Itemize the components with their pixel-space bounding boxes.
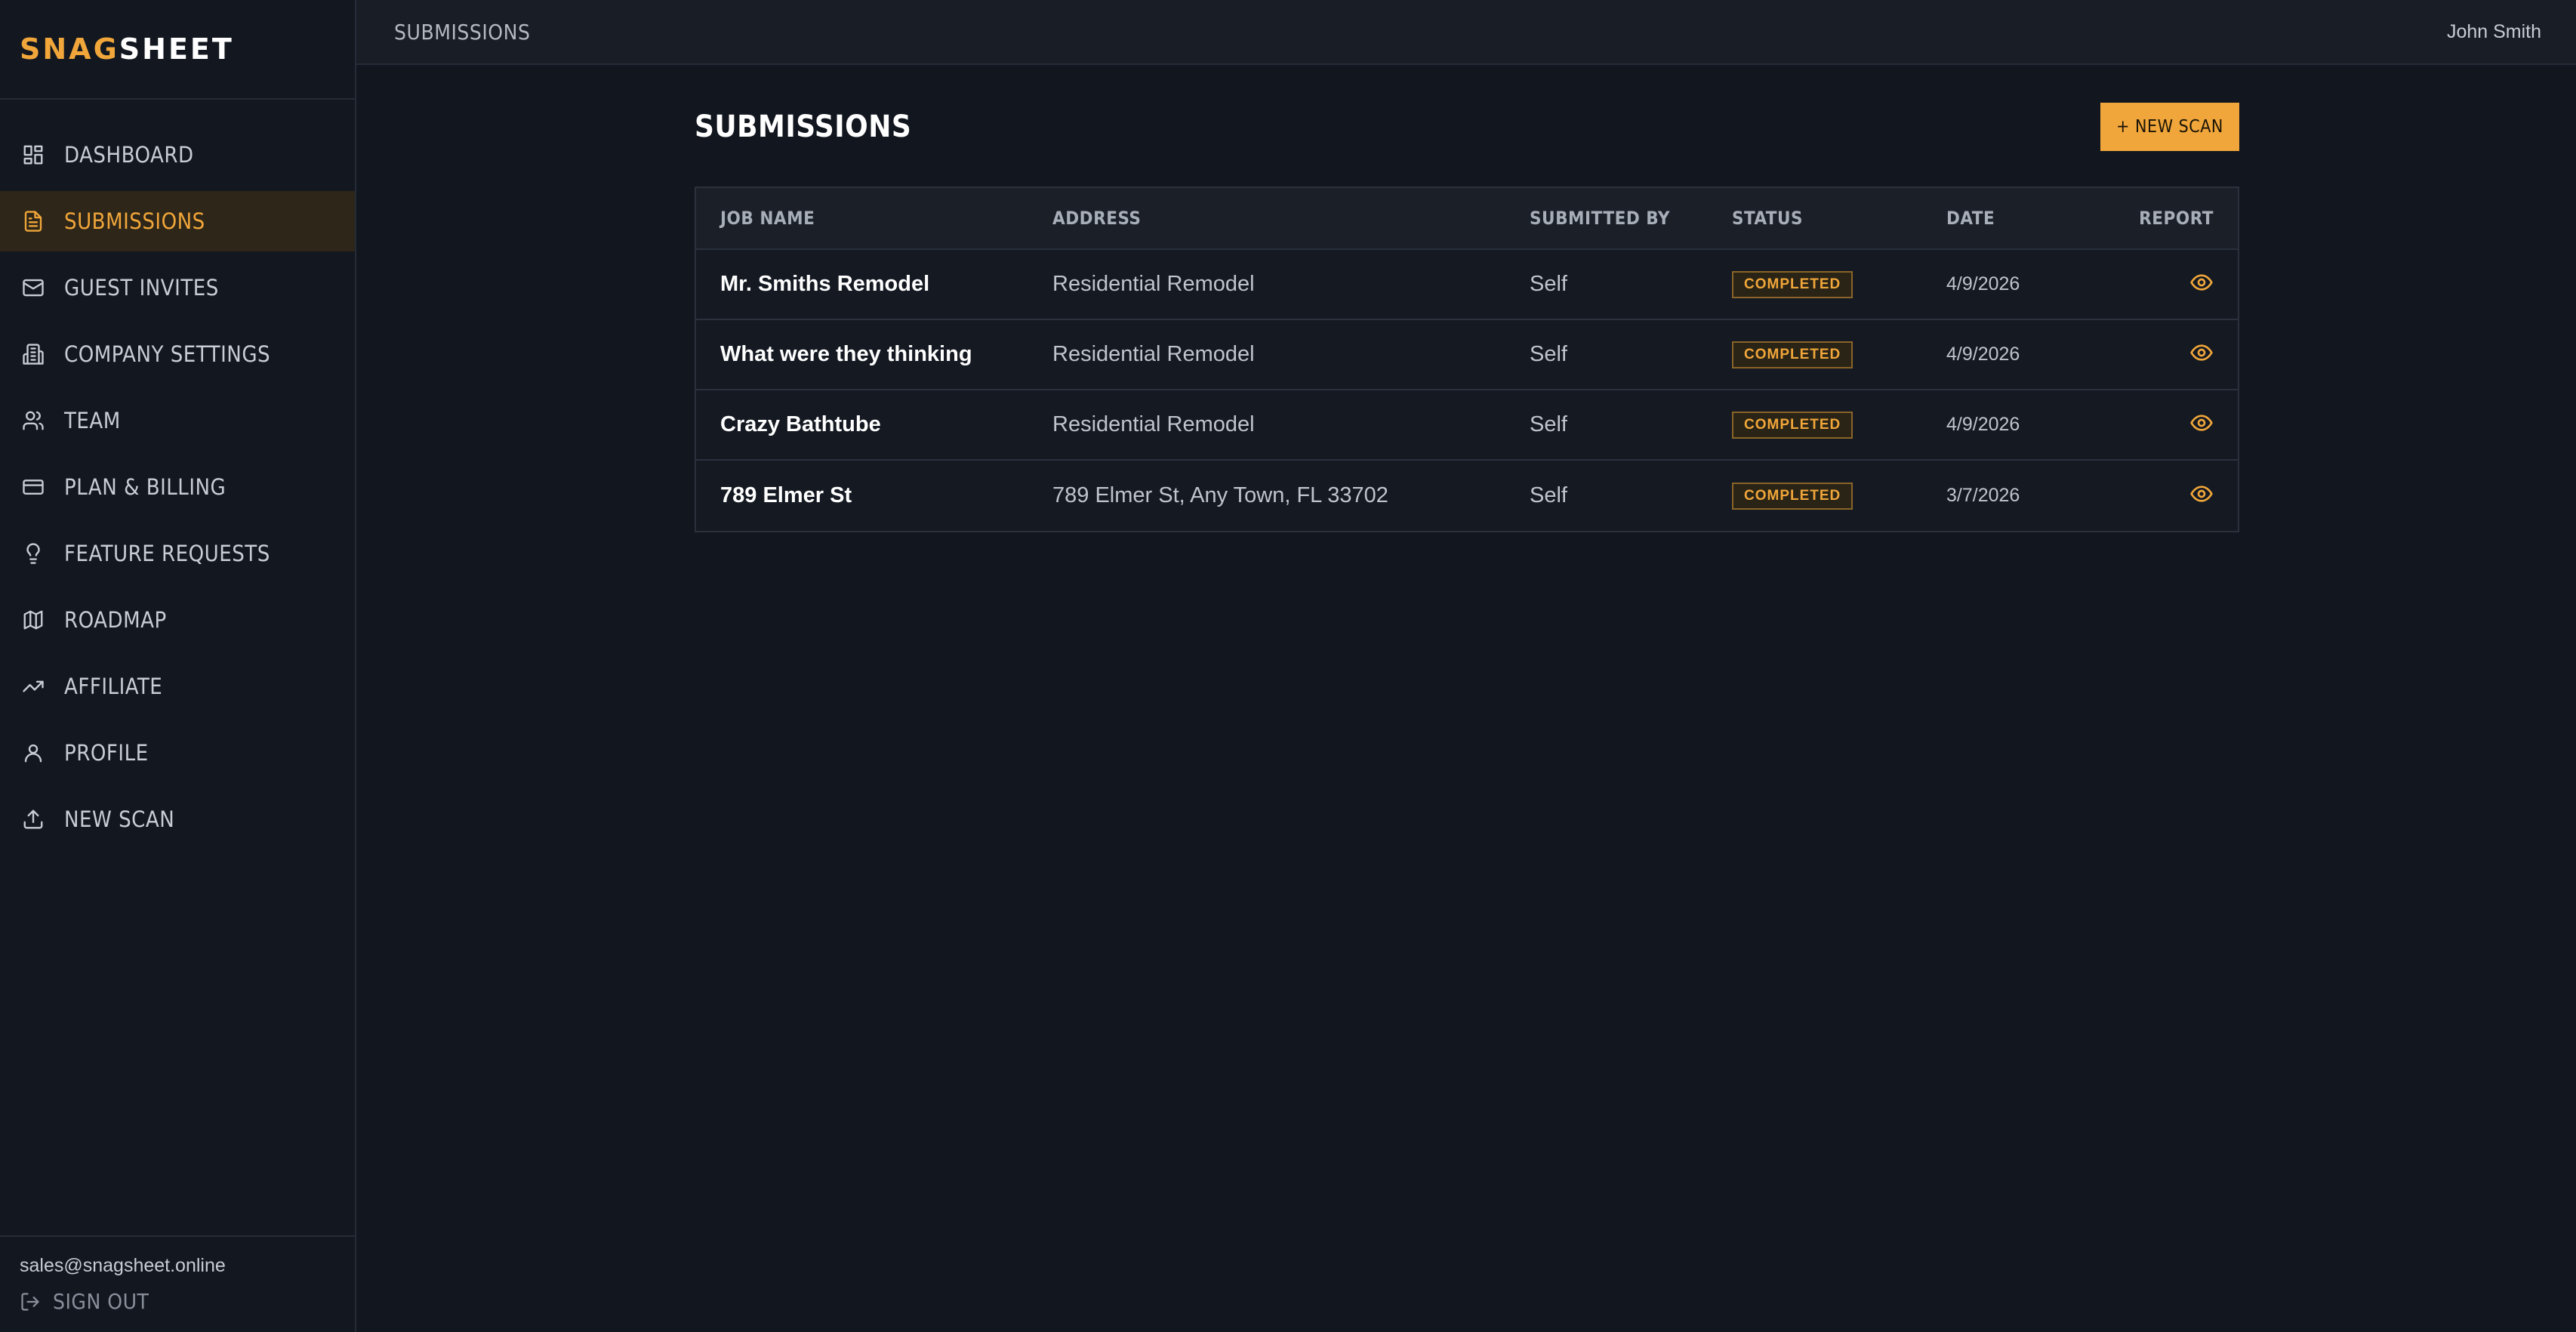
status-badge: COMPLETED <box>1732 411 1853 439</box>
submission-date: 3/7/2026 <box>1946 485 2020 506</box>
building-icon <box>21 342 45 366</box>
sidebar-item-label: DASHBOARD <box>64 142 194 168</box>
new-scan-button[interactable]: + NEW SCAN <box>2100 103 2239 151</box>
sidebar-item-guest-invites[interactable]: GUEST INVITES <box>0 257 355 318</box>
page-header: SUBMISSIONS + NEW SCAN <box>695 103 2239 151</box>
sidebar-item-company-settings[interactable]: COMPANY SETTINGS <box>0 324 355 384</box>
sidebar: SNAG SHEET DASHBOARD SUBMISSIONS GUEST IN… <box>0 0 356 1332</box>
app-shell: SNAG SHEET DASHBOARD SUBMISSIONS GUEST IN… <box>0 0 2576 1332</box>
job-name[interactable]: Crazy Bathtube <box>696 412 1052 437</box>
sidebar-item-affiliate[interactable]: AFFILIATE <box>0 656 355 717</box>
view-report-icon[interactable] <box>2189 411 2214 435</box>
breadcrumb: SUBMISSIONS <box>394 19 531 45</box>
job-name[interactable]: 789 Elmer St <box>696 483 1052 508</box>
view-report-icon[interactable] <box>2189 482 2214 506</box>
dashboard-icon <box>21 143 45 167</box>
status-badge: COMPLETED <box>1732 341 1853 368</box>
logo-sheet: SHEET <box>119 32 234 66</box>
table-row[interactable]: What were they thinking Residential Remo… <box>696 320 2238 390</box>
column-header-address[interactable]: ADDRESS <box>1052 208 1530 229</box>
mail-icon <box>21 276 45 300</box>
sidebar-item-dashboard[interactable]: DASHBOARD <box>0 125 355 185</box>
user-icon <box>21 741 45 765</box>
submission-date: 4/9/2026 <box>1946 273 2020 294</box>
status-cell: COMPLETED <box>1732 411 1946 439</box>
sidebar-item-label: SUBMISSIONS <box>64 208 205 234</box>
credit-card-icon <box>21 475 45 499</box>
job-address: Residential Remodel <box>1052 342 1255 366</box>
sidebar-item-label: FEATURE REQUESTS <box>64 541 270 566</box>
sidebar-item-label: COMPANY SETTINGS <box>64 341 271 367</box>
submissions-content: SUBMISSIONS + NEW SCAN JOB NAME ADDRESS … <box>695 103 2239 532</box>
table-row[interactable]: Mr. Smiths Remodel Residential Remodel S… <box>696 250 2238 320</box>
view-report-icon[interactable] <box>2189 341 2214 365</box>
sidebar-item-label: GUEST INVITES <box>64 275 219 301</box>
submitted-by: Self <box>1530 483 1567 507</box>
sidebar-item-label: NEW SCAN <box>64 806 175 832</box>
document-icon <box>21 209 45 233</box>
users-icon <box>21 409 45 433</box>
sign-out-label: SIGN OUT <box>53 1289 149 1314</box>
job-name[interactable]: Mr. Smiths Remodel <box>696 272 1052 297</box>
report-cell <box>2097 411 2238 439</box>
sidebar-item-label: AFFILIATE <box>64 674 163 699</box>
status-cell: COMPLETED <box>1732 482 1946 510</box>
main-area: SUBMISSIONS John Smith SUBMISSIONS + NEW… <box>356 0 2576 1332</box>
sidebar-item-label: ROADMAP <box>64 607 167 633</box>
sidebar-item-label: TEAM <box>64 408 121 433</box>
table-header: JOB NAME ADDRESS SUBMITTED BY STATUS DAT… <box>696 188 2238 250</box>
column-header-date[interactable]: DATE <box>1946 208 2097 229</box>
view-report-icon[interactable] <box>2189 270 2214 294</box>
column-header-job-name[interactable]: JOB NAME <box>696 208 1052 229</box>
sidebar-item-team[interactable]: TEAM <box>0 390 355 451</box>
submitted-by: Self <box>1530 412 1567 436</box>
status-cell: COMPLETED <box>1732 341 1946 368</box>
sidebar-item-roadmap[interactable]: ROADMAP <box>0 590 355 650</box>
sidebar-item-profile[interactable]: PROFILE <box>0 723 355 783</box>
user-menu[interactable]: John Smith <box>2447 21 2541 43</box>
report-cell <box>2097 270 2238 298</box>
sidebar-item-label: PROFILE <box>64 740 149 766</box>
submissions-table: JOB NAME ADDRESS SUBMITTED BY STATUS DAT… <box>695 187 2239 532</box>
report-cell <box>2097 341 2238 368</box>
column-header-status[interactable]: STATUS <box>1732 208 1946 229</box>
sidebar-item-new-scan[interactable]: NEW SCAN <box>0 789 355 849</box>
logo[interactable]: SNAG SHEET <box>0 0 355 100</box>
submitted-by: Self <box>1530 272 1567 296</box>
status-badge: COMPLETED <box>1732 270 1853 298</box>
sidebar-nav: DASHBOARD SUBMISSIONS GUEST INVITES COMP… <box>0 100 355 849</box>
sign-out-button[interactable]: SIGN OUT <box>20 1289 355 1314</box>
sidebar-item-plan-billing[interactable]: PLAN & BILLING <box>0 457 355 517</box>
job-address: Residential Remodel <box>1052 272 1255 296</box>
topbar: SUBMISSIONS John Smith <box>356 0 2576 65</box>
report-cell <box>2097 482 2238 510</box>
page-title: SUBMISSIONS <box>695 109 912 144</box>
status-badge: COMPLETED <box>1732 482 1853 510</box>
status-cell: COMPLETED <box>1732 270 1946 298</box>
sidebar-item-label: PLAN & BILLING <box>64 474 226 500</box>
job-name[interactable]: What were they thinking <box>696 342 1052 367</box>
job-address: Residential Remodel <box>1052 412 1255 436</box>
upload-icon <box>21 807 45 831</box>
trending-up-icon <box>21 674 45 698</box>
submission-date: 4/9/2026 <box>1946 414 2020 435</box>
map-icon <box>21 608 45 632</box>
table-row[interactable]: 789 Elmer St 789 Elmer St, Any Town, FL … <box>696 461 2238 531</box>
account-email: sales@snagsheet.online <box>20 1255 226 1276</box>
job-address: 789 Elmer St, Any Town, FL 33702 <box>1052 483 1388 507</box>
logo-snag: SNAG <box>20 32 119 66</box>
submission-date: 4/9/2026 <box>1946 344 2020 365</box>
column-header-submitted-by[interactable]: SUBMITTED BY <box>1530 208 1732 229</box>
table-row[interactable]: Crazy Bathtube Residential Remodel Self … <box>696 390 2238 461</box>
sidebar-item-submissions[interactable]: SUBMISSIONS <box>0 191 355 251</box>
submitted-by: Self <box>1530 342 1567 366</box>
column-header-report: REPORT <box>2139 208 2214 229</box>
sign-out-icon <box>21 1292 39 1311</box>
lightbulb-icon <box>21 541 45 566</box>
sidebar-item-feature-requests[interactable]: FEATURE REQUESTS <box>0 523 355 584</box>
sidebar-footer: sales@snagsheet.online SIGN OUT <box>0 1235 355 1332</box>
